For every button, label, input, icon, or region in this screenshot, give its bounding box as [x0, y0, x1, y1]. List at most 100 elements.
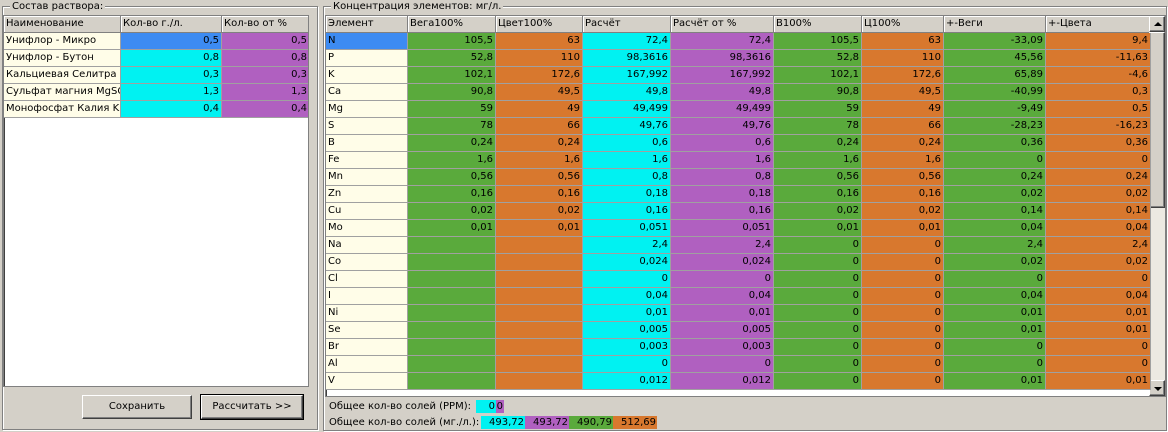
vega-diff-cell[interactable]: 0	[944, 356, 1046, 373]
b100-cell[interactable]: 0,01	[774, 220, 862, 237]
vega-diff-cell[interactable]: 45,56	[944, 50, 1046, 67]
cvet100-cell[interactable]	[496, 373, 583, 390]
cvet-diff-cell[interactable]: 0,24	[1046, 169, 1151, 186]
cvet100-cell[interactable]	[496, 305, 583, 322]
calc-pct-cell[interactable]: 0,01	[671, 305, 774, 322]
pct-cell[interactable]: 0,4	[222, 101, 308, 118]
element-row[interactable]: Mn 0,56 0,56 0,8 0,8 0,56 0,56 0,24 0,24	[326, 169, 1151, 186]
b100-cell[interactable]: 59	[774, 101, 862, 118]
c100-cell[interactable]: 0	[862, 356, 944, 373]
cvet-diff-cell[interactable]: 9,4	[1046, 33, 1151, 50]
element-row[interactable]: K 102,1 172,6 167,992 167,992 102,1 172,6 65,89…	[326, 67, 1151, 84]
calc-cell[interactable]: 0,003	[583, 339, 671, 356]
element-row[interactable]: Ni 0,01 0,01 0 0 0,01 0,01	[326, 305, 1151, 322]
c100-cell[interactable]: 0,01	[862, 220, 944, 237]
vega-diff-cell[interactable]: 2,4	[944, 237, 1046, 254]
salt-name-cell[interactable]: Унифлор - Бутон	[4, 50, 121, 67]
element-name-cell[interactable]: N	[326, 33, 408, 50]
c100-cell[interactable]: 0,24	[862, 135, 944, 152]
c100-cell[interactable]: 63	[862, 33, 944, 50]
vega-diff-cell[interactable]: 0	[944, 271, 1046, 288]
element-row[interactable]: Cl 0 0 0 0 0 0	[326, 271, 1151, 288]
element-row[interactable]: Br 0,003 0,003 0 0 0 0	[326, 339, 1151, 356]
calc-cell[interactable]: 1,6	[583, 152, 671, 169]
vega-diff-cell[interactable]: 0	[944, 152, 1046, 169]
b100-cell[interactable]: 105,5	[774, 33, 862, 50]
cvet-diff-cell[interactable]: 0	[1046, 152, 1151, 169]
element-name-cell[interactable]: Cu	[326, 203, 408, 220]
c100-cell[interactable]: 0	[862, 305, 944, 322]
qty-cell[interactable]: 0,4	[121, 101, 222, 118]
vega-diff-cell[interactable]: -28,23	[944, 118, 1046, 135]
vega100-cell[interactable]: 105,5	[408, 33, 496, 50]
element-name-cell[interactable]: Mn	[326, 169, 408, 186]
calc-cell[interactable]: 0,051	[583, 220, 671, 237]
cvet-diff-cell[interactable]: -16,23	[1046, 118, 1151, 135]
vega100-cell[interactable]: 0,01	[408, 220, 496, 237]
vega-diff-cell[interactable]: 0,04	[944, 220, 1046, 237]
calc-cell[interactable]: 49,499	[583, 101, 671, 118]
scroll-down-button[interactable]	[1149, 380, 1165, 396]
left-table-row[interactable]: Сульфат магния MgSO 1,3 1,3	[4, 84, 308, 101]
cvet-diff-cell[interactable]: 0,01	[1046, 322, 1151, 339]
left-table-row[interactable]: Унифлор - Бутон 0,8 0,8	[4, 50, 308, 67]
salt-name-cell[interactable]: Кальциевая Селитра	[4, 67, 121, 84]
b100-cell[interactable]: 0	[774, 322, 862, 339]
cvet100-cell[interactable]: 110	[496, 50, 583, 67]
calc-cell[interactable]: 0,005	[583, 322, 671, 339]
cvet100-cell[interactable]	[496, 322, 583, 339]
element-row[interactable]: V 0,012 0,012 0 0 0,01 0,01	[326, 373, 1151, 390]
vega100-cell[interactable]: 1,6	[408, 152, 496, 169]
element-name-cell[interactable]: P	[326, 50, 408, 67]
vega-diff-cell[interactable]: 0	[944, 339, 1046, 356]
element-name-cell[interactable]: Ni	[326, 305, 408, 322]
element-name-cell[interactable]: Ca	[326, 84, 408, 101]
vega-diff-cell[interactable]: 0,01	[944, 322, 1046, 339]
vega100-cell[interactable]: 78	[408, 118, 496, 135]
calc-cell[interactable]: 0,024	[583, 254, 671, 271]
element-name-cell[interactable]: V	[326, 373, 408, 390]
element-row[interactable]: Mo 0,01 0,01 0,051 0,051 0,01 0,01 0,04 0,04	[326, 220, 1151, 237]
c100-cell[interactable]: 0,56	[862, 169, 944, 186]
col-calc-header[interactable]: Расчёт	[583, 16, 671, 33]
c100-cell[interactable]: 0	[862, 373, 944, 390]
calc-pct-cell[interactable]: 0	[671, 271, 774, 288]
cvet100-cell[interactable]: 1,6	[496, 152, 583, 169]
b100-cell[interactable]: 90,8	[774, 84, 862, 101]
element-name-cell[interactable]: Na	[326, 237, 408, 254]
cvet100-cell[interactable]: 0,16	[496, 186, 583, 203]
cvet-diff-cell[interactable]: 0	[1046, 356, 1151, 373]
left-col-qty-header[interactable]: Кол-во г./л.	[121, 16, 222, 33]
cvet-diff-cell[interactable]: 0,01	[1046, 305, 1151, 322]
vega100-cell[interactable]: 52,8	[408, 50, 496, 67]
element-row[interactable]: N 105,5 63 72,4 72,4 105,5 63 -33,09 9,4	[326, 33, 1151, 50]
b100-cell[interactable]: 0	[774, 373, 862, 390]
element-row[interactable]: Fe 1,6 1,6 1,6 1,6 1,6 1,6 0 0	[326, 152, 1151, 169]
calc-pct-cell[interactable]: 0,024	[671, 254, 774, 271]
element-name-cell[interactable]: K	[326, 67, 408, 84]
element-name-cell[interactable]: Mg	[326, 101, 408, 118]
vega-diff-cell[interactable]: -40,99	[944, 84, 1046, 101]
cvet100-cell[interactable]: 0,24	[496, 135, 583, 152]
element-row[interactable]: Se 0,005 0,005 0 0 0,01 0,01	[326, 322, 1151, 339]
cvet100-cell[interactable]	[496, 356, 583, 373]
b100-cell[interactable]: 0,02	[774, 203, 862, 220]
element-row[interactable]: S 78 66 49,76 49,76 78 66 -28,23 -16,23	[326, 118, 1151, 135]
cvet100-cell[interactable]: 49	[496, 101, 583, 118]
element-name-cell[interactable]: Se	[326, 322, 408, 339]
vega100-cell[interactable]	[408, 339, 496, 356]
calc-cell[interactable]: 0,8	[583, 169, 671, 186]
c100-cell[interactable]: 0	[862, 271, 944, 288]
scroll-thumb[interactable]	[1149, 32, 1165, 208]
cvet100-cell[interactable]	[496, 237, 583, 254]
c100-cell[interactable]: 0	[862, 322, 944, 339]
vega-diff-cell[interactable]: 0,01	[944, 373, 1046, 390]
vega100-cell[interactable]: 0,16	[408, 186, 496, 203]
cvet-diff-cell[interactable]: 0,02	[1046, 186, 1151, 203]
calc-cell[interactable]: 49,76	[583, 118, 671, 135]
col-cvet100-header[interactable]: Цвет100%	[496, 16, 583, 33]
calc-pct-cell[interactable]: 0,005	[671, 322, 774, 339]
element-concentration-grid[interactable]: Элемент Вега100% Цвет100% Расчёт Расчёт от %…	[325, 15, 1166, 397]
element-name-cell[interactable]: Cl	[326, 271, 408, 288]
calc-pct-cell[interactable]: 0,012	[671, 373, 774, 390]
